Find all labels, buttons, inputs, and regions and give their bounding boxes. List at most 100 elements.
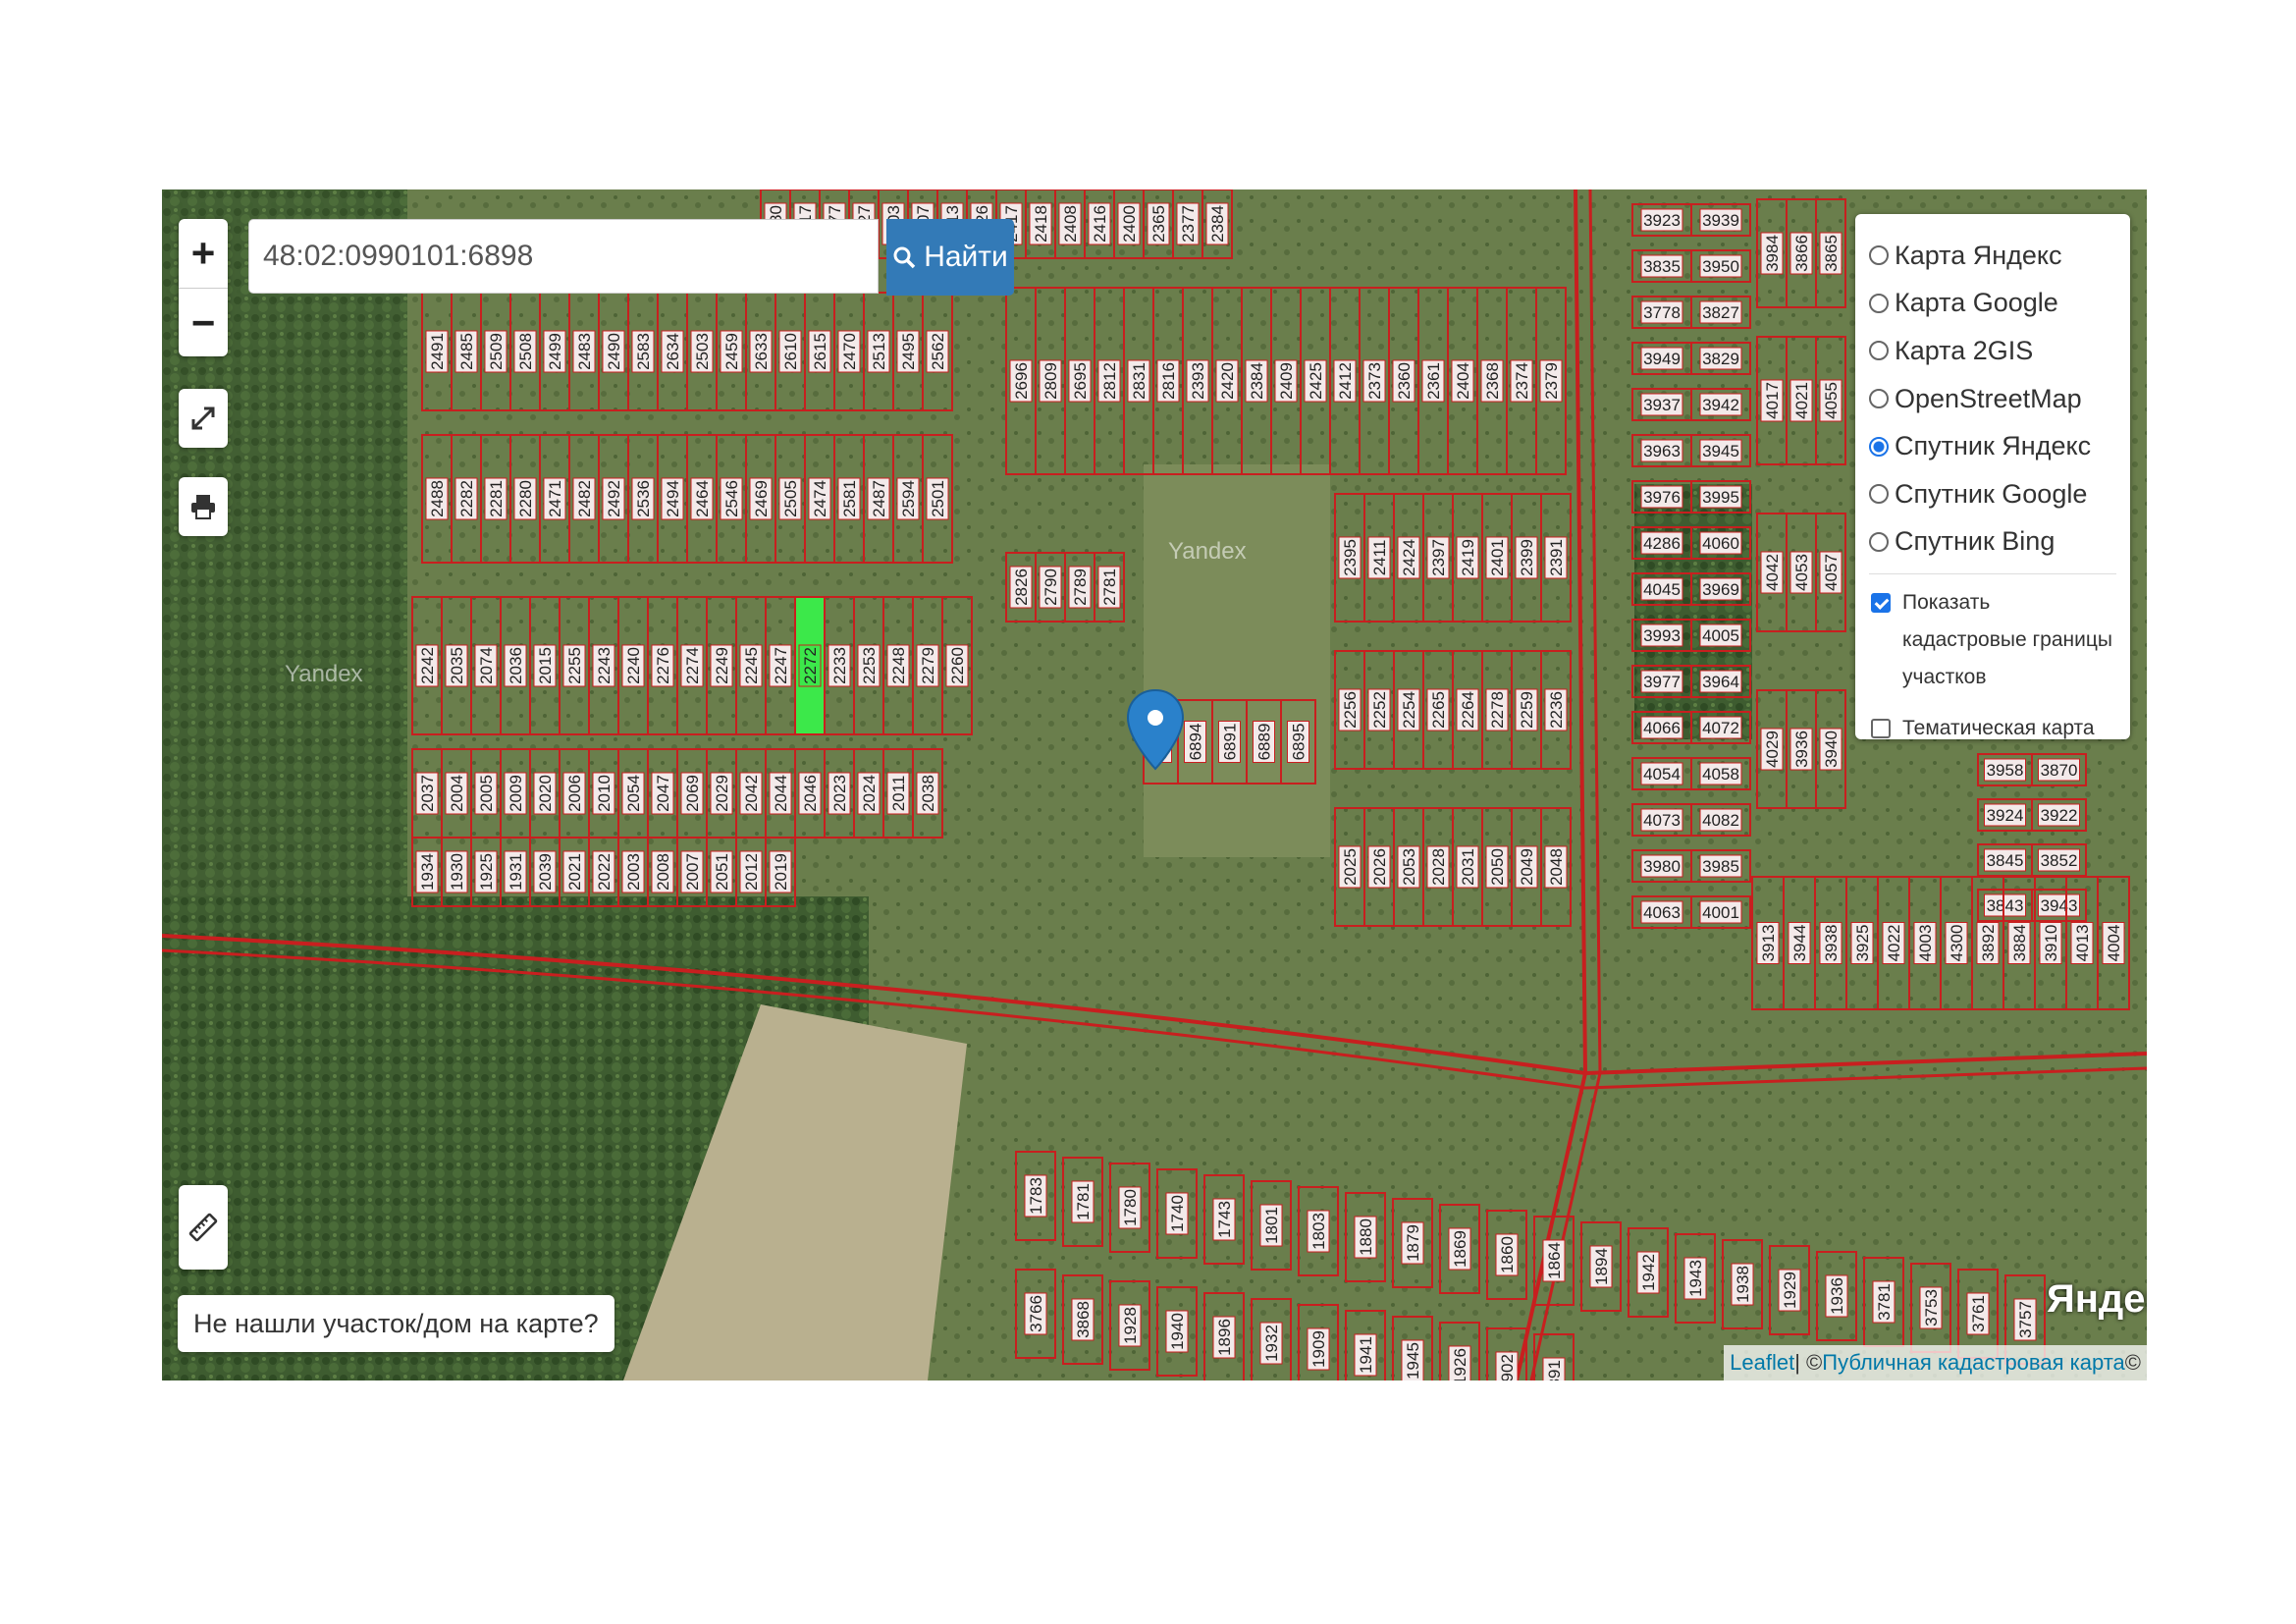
parcel-number: 2361	[1424, 362, 1443, 400]
parcel[interactable]: 4073	[1631, 803, 1692, 837]
parcel-number: 2012	[742, 853, 761, 891]
parcel-number: 2260	[948, 647, 967, 684]
parcel[interactable]: 3943	[2031, 889, 2087, 922]
parcel-number: 2249	[713, 647, 731, 684]
parcel[interactable]: 3976	[1631, 480, 1692, 514]
parcel-number: 2281	[487, 480, 506, 517]
parcel-number: 2790	[1041, 568, 1060, 606]
parcel[interactable]: 4045	[1631, 572, 1692, 606]
parcel[interactable]: 3852	[2031, 843, 2087, 877]
parcel[interactable]: 3922	[2031, 798, 2087, 832]
parcel[interactable]: 3829	[1690, 342, 1751, 375]
parcel[interactable]: 3969	[1690, 572, 1751, 606]
parcel[interactable]: 4063	[1631, 895, 1692, 929]
parcel[interactable]: 4001	[1690, 895, 1751, 929]
parcel-number: 4286	[1643, 534, 1681, 553]
parcel-number: 2242	[418, 647, 437, 684]
parcel[interactable]: 3963	[1631, 434, 1692, 467]
base-layer-option[interactable]: OpenStreetMap	[1869, 375, 2116, 423]
print-button[interactable]	[179, 477, 228, 536]
base-layer-option[interactable]: Спутник Яндекс	[1869, 422, 2116, 470]
map-view[interactable]: 2580281727772427240324072413242624172418…	[162, 189, 2147, 1380]
parcel-number: 2391	[1547, 539, 1566, 576]
base-layer-option[interactable]: Спутник Bing	[1869, 518, 2116, 567]
parcel[interactable]: 3939	[1690, 203, 1751, 237]
search-button[interactable]: Найти	[886, 219, 1014, 296]
parcel[interactable]: 3778	[1631, 296, 1692, 329]
parcel-number: 4058	[1702, 765, 1739, 784]
satellite-map-canvas[interactable]: 2580281727772427240324072413242624172418…	[162, 189, 2147, 1380]
parcel[interactable]: 4005	[1690, 619, 1751, 652]
parcel[interactable]: 3945	[1690, 434, 1751, 467]
parcel[interactable]: 3977	[1631, 665, 1692, 698]
parcel-number: 2816	[1159, 362, 1178, 400]
leaflet-link[interactable]: Leaflet	[1730, 1350, 1794, 1376]
parcel-number: 1909	[1309, 1330, 1328, 1368]
parcel[interactable]: 4054	[1631, 757, 1692, 790]
checkbox[interactable]	[1871, 593, 1891, 614]
parcel-number: 2482	[575, 480, 594, 517]
parcel[interactable]: 3835	[1631, 249, 1692, 283]
parcel-number: 2054	[624, 775, 643, 812]
base-layer-option[interactable]: Карта Яндекс	[1869, 232, 2116, 280]
zoom-in-button[interactable]: +	[179, 219, 228, 288]
radio-button[interactable]	[1869, 293, 1889, 313]
not-found-button[interactable]: Не нашли участок/дом на карте?	[178, 1295, 614, 1352]
overlay-option[interactable]: Тематическая карта	[1869, 710, 2116, 747]
parcel-number: 2425	[1307, 362, 1325, 400]
base-layer-option[interactable]: Карта Google	[1869, 280, 2116, 328]
parcel-number: 1941	[1357, 1336, 1375, 1374]
measure-button[interactable]	[179, 1185, 228, 1270]
parcel-number: 6891	[1221, 724, 1240, 761]
parcel[interactable]: 3993	[1631, 619, 1692, 652]
parcel-number: 1945	[1404, 1342, 1422, 1380]
parcel[interactable]: 3950	[1690, 249, 1751, 283]
parcel-number: 1880	[1357, 1218, 1375, 1256]
parcel-number: 2264	[1459, 691, 1477, 729]
parcel[interactable]: 2272	[794, 596, 826, 735]
parcel[interactable]: 4058	[1690, 757, 1751, 790]
parcel[interactable]: 3845	[1977, 843, 2033, 877]
fullscreen-button[interactable]	[179, 389, 228, 448]
cadastre-link[interactable]: Публичная кадастровая карта	[1822, 1350, 2125, 1376]
zoom-out-button[interactable]: −	[179, 288, 228, 357]
parcel-number: 2634	[664, 333, 682, 370]
radio-button[interactable]	[1869, 245, 1889, 266]
parcel-number: 2696	[1012, 362, 1031, 400]
parcel[interactable]: 4066	[1631, 711, 1692, 744]
overlay-option[interactable]: Показать кадастровые границы участков	[1869, 584, 2116, 696]
base-layer-option[interactable]: Карта 2GIS	[1869, 327, 2116, 375]
parcel[interactable]: 4060	[1690, 526, 1751, 560]
radio-button[interactable]	[1869, 389, 1889, 409]
parcel[interactable]: 3827	[1690, 296, 1751, 329]
parcel[interactable]: 4082	[1690, 803, 1751, 837]
parcel[interactable]: 3980	[1631, 849, 1692, 883]
parcel-number: 2282	[457, 480, 476, 517]
parcel[interactable]: 3964	[1690, 665, 1751, 698]
base-layer-option[interactable]: Спутник Google	[1869, 470, 2116, 518]
cadastral-search-input[interactable]	[248, 219, 879, 294]
parcel-number: 3829	[1702, 350, 1739, 368]
parcel-number: 2508	[516, 333, 535, 370]
radio-button[interactable]	[1869, 341, 1889, 361]
parcel[interactable]: 3949	[1631, 342, 1692, 375]
checkbox[interactable]	[1871, 719, 1891, 739]
parcel[interactable]: 4286	[1631, 526, 1692, 560]
base-layer-label: Спутник Bing	[1895, 526, 2056, 557]
parcel[interactable]: 3923	[1631, 203, 1692, 237]
parcel-number: 2360	[1395, 362, 1414, 400]
parcel[interactable]: 3995	[1690, 480, 1751, 514]
parcel-number: 2025	[1341, 848, 1360, 886]
parcel[interactable]: 3937	[1631, 388, 1692, 421]
parcel-number: 3940	[1822, 731, 1841, 768]
parcel[interactable]: 3924	[1977, 798, 2033, 832]
parcel[interactable]: 3985	[1690, 849, 1751, 883]
radio-button[interactable]	[1869, 436, 1889, 457]
parcel[interactable]: 3870	[2031, 753, 2087, 786]
parcel[interactable]: 3843	[1977, 889, 2033, 922]
parcel[interactable]: 3942	[1690, 388, 1751, 421]
parcel[interactable]: 3958	[1977, 753, 2033, 786]
radio-button[interactable]	[1869, 531, 1889, 552]
parcel[interactable]: 4072	[1690, 711, 1751, 744]
radio-button[interactable]	[1869, 484, 1889, 505]
